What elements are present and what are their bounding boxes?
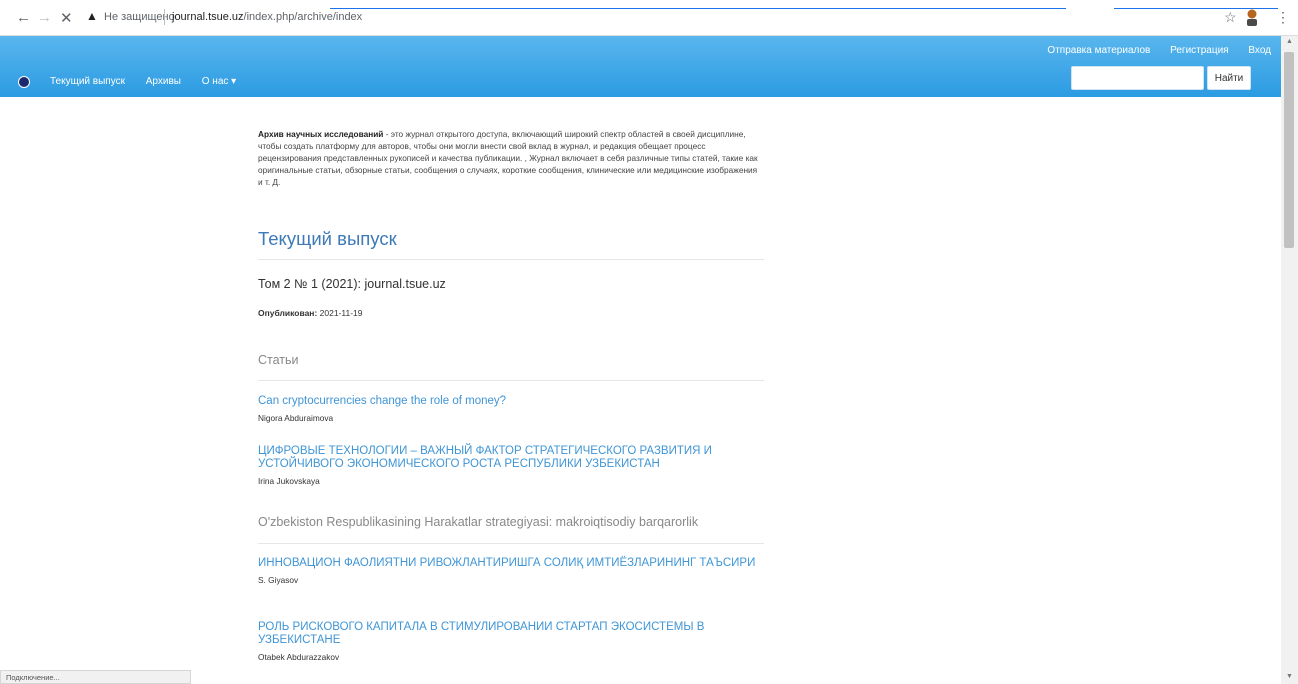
main-nav: Текущий выпуск Архивы О нас ▾ xyxy=(50,76,254,87)
nav-current-issue[interactable]: Текущий выпуск xyxy=(50,76,125,87)
nav-archives[interactable]: Архивы xyxy=(146,76,181,87)
user-links: Отправка материалов Регистрация Вход xyxy=(1030,45,1271,56)
address-separator xyxy=(164,9,165,25)
divider xyxy=(258,259,764,260)
loading-line xyxy=(330,8,1066,9)
search-input[interactable] xyxy=(1071,66,1204,90)
article-title-link[interactable]: ИННОВАЦИОН ФАОЛИЯТНИ РИВОЖЛАНТИРИШГА СОЛ… xyxy=(258,557,764,570)
scroll-down-icon[interactable]: ▼ xyxy=(1286,673,1293,680)
issue-title: Том 2 № 1 (2021): journal.tsue.uz xyxy=(258,277,446,291)
search-button[interactable]: Найти xyxy=(1207,66,1251,90)
status-bar: Подключение... xyxy=(0,670,191,684)
forward-arrow-icon[interactable]: → xyxy=(37,9,52,26)
article-author: Nigora Abduraimova xyxy=(258,413,334,423)
article-author: Otabek Abdurazzakov xyxy=(258,652,340,662)
divider xyxy=(258,543,764,544)
scroll-up-icon[interactable]: ▲ xyxy=(1286,38,1293,45)
address-bar[interactable]: journal.tsue.uz/index.php/archive/index xyxy=(172,11,362,23)
article-title-link[interactable]: РОЛЬ РИСКОВОГО КАПИТАЛА В СТИМУЛИРОВАНИИ… xyxy=(258,621,764,647)
back-arrow-icon[interactable]: ← xyxy=(16,9,31,26)
article-title: O'zbekiston Respublikasining Harakatlar … xyxy=(258,515,699,529)
article-title-link[interactable]: Can cryptocurrencies change the role of … xyxy=(258,395,764,408)
article-author: S. Giyasov xyxy=(258,575,299,585)
nav-about[interactable]: О нас ▾ xyxy=(202,76,236,87)
submit-link[interactable]: Отправка материалов xyxy=(1047,45,1150,56)
close-icon[interactable]: ✕ xyxy=(60,9,73,27)
article-item: ИННОВАЦИОН ФАОЛИЯТНИ РИВОЖЛАНТИРИШГА СОЛ… xyxy=(258,557,764,585)
browser-toolbar: ← → ✕ ▲ Не защищено journal.tsue.uz/inde… xyxy=(0,0,1298,36)
profile-avatar[interactable] xyxy=(1244,8,1260,26)
page-scrollbar[interactable]: ▲ ▼ xyxy=(1281,36,1298,684)
login-link[interactable]: Вход xyxy=(1248,45,1271,56)
warning-icon[interactable]: ▲ xyxy=(86,9,98,23)
article-item: ЦИФРОВЫЕ ТЕХНОЛОГИИ – ВАЖНЫЙ ФАКТОР СТРА… xyxy=(258,445,764,486)
main-content: Архив научных исследований - это журнал … xyxy=(258,128,764,662)
menu-kebab-icon[interactable]: ⋮ xyxy=(1276,9,1290,26)
register-link[interactable]: Регистрация xyxy=(1170,45,1228,56)
published-date: Опубликован: 2021-11-19 xyxy=(258,308,363,318)
url-path: /index.php/archive/index xyxy=(243,11,363,23)
divider xyxy=(258,380,764,381)
url-host: journal.tsue.uz xyxy=(172,11,244,23)
article-author: Irina Jukovskaya xyxy=(258,476,320,486)
bookmark-star-icon[interactable]: ☆ xyxy=(1224,9,1237,26)
current-issue-heading: Текущий выпуск xyxy=(258,228,397,249)
published-label: Опубликован: xyxy=(258,308,318,318)
article-item: O'zbekiston Respublikasining Harakatlar … xyxy=(258,516,764,529)
site-header: Отправка материалов Регистрация Вход Тек… xyxy=(0,36,1281,97)
article-title-link[interactable]: ЦИФРОВЫЕ ТЕХНОЛОГИИ – ВАЖНЫЙ ФАКТОР СТРА… xyxy=(258,445,764,471)
scrollbar-thumb[interactable] xyxy=(1284,52,1294,248)
site-logo-icon[interactable] xyxy=(18,76,30,88)
article-item: Can cryptocurrencies change the role of … xyxy=(258,395,764,423)
article-item: РОЛЬ РИСКОВОГО КАПИТАЛА В СТИМУЛИРОВАНИИ… xyxy=(258,621,764,662)
journal-name: Архив научных исследований xyxy=(258,129,384,139)
journal-description: Архив научных исследований - это журнал … xyxy=(258,128,764,188)
articles-heading: Статьи xyxy=(258,353,299,367)
published-value: 2021-11-19 xyxy=(319,308,363,318)
